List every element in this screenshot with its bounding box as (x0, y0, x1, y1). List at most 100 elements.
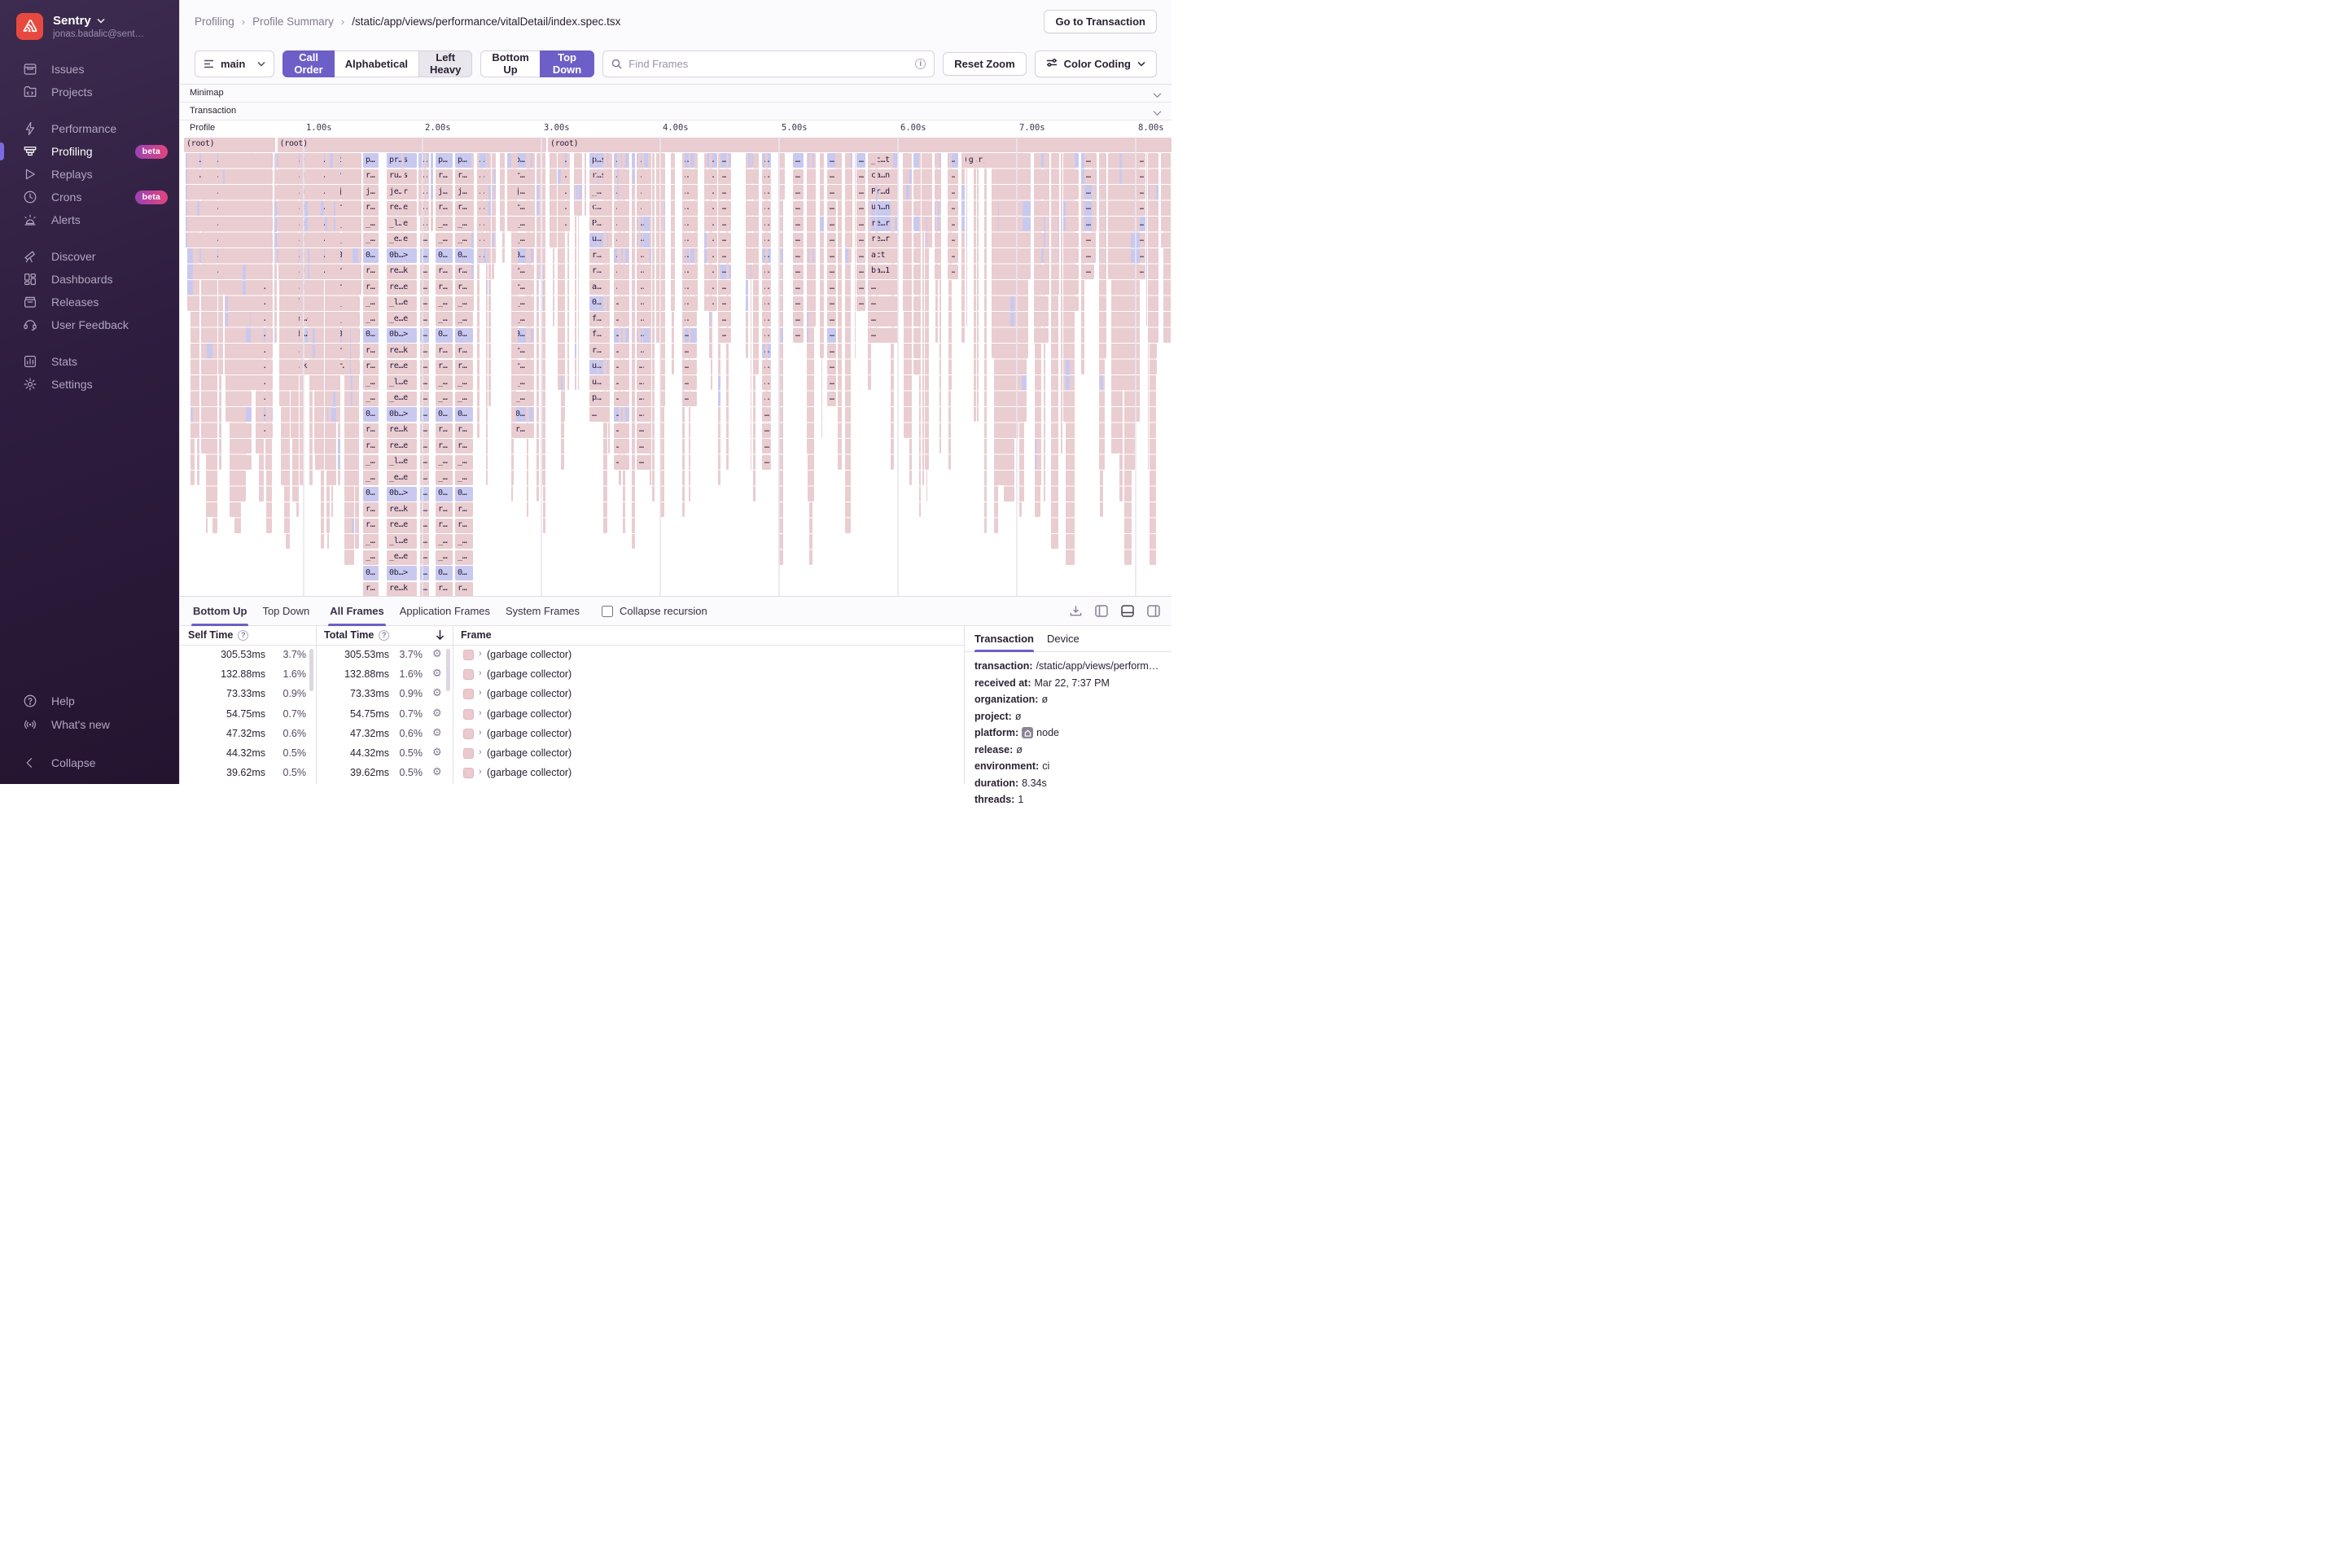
flame-frame[interactable] (431, 153, 432, 199)
sort-call-order-button[interactable]: Call Order (282, 50, 334, 77)
flame-frame[interactable] (558, 169, 561, 184)
flame-frame[interactable]: r… (363, 582, 379, 597)
expand-chevron-icon[interactable]: › (479, 649, 482, 659)
flame-frame[interactable] (215, 153, 218, 453)
flame-frame[interactable]: 0b…> (387, 407, 417, 422)
flame-frame[interactable]: r… (455, 344, 473, 358)
flame-frame[interactable]: … (856, 265, 865, 279)
flame-frame[interactable] (191, 407, 193, 422)
flame-frame[interactable] (966, 217, 967, 247)
flame-frame[interactable]: _… (436, 217, 453, 231)
flame-frame[interactable]: re…e (387, 280, 417, 295)
flame-frame[interactable] (807, 153, 808, 453)
flame-frame[interactable]: _… (455, 471, 473, 485)
flame-frame[interactable]: r… (436, 344, 453, 358)
flame-frame[interactable] (274, 201, 277, 247)
flame-frame[interactable] (935, 153, 938, 343)
flame-frame[interactable]: _… (436, 471, 453, 485)
flame-frame[interactable] (544, 153, 546, 343)
flame-frame[interactable]: re…k (387, 344, 417, 358)
flame-frame[interactable]: p… (436, 153, 453, 168)
transaction-row[interactable]: Transaction (180, 103, 1172, 120)
flame-frame[interactable] (711, 153, 712, 390)
flame-frame[interactable] (1150, 153, 1156, 565)
flame-frame[interactable]: … (614, 312, 629, 326)
flame-frame[interactable]: r… (436, 423, 453, 438)
flame-frame[interactable]: r… (363, 169, 379, 184)
flame-frame[interactable]: … (614, 439, 629, 453)
flame-frame[interactable] (974, 153, 977, 422)
flame-frame[interactable]: 0b…> (387, 566, 417, 580)
flame-frame[interactable]: … (793, 312, 804, 326)
flame-frame[interactable] (264, 153, 268, 279)
expand-chevron-icon[interactable]: › (479, 767, 482, 777)
flame-frame[interactable] (628, 153, 629, 406)
color-coding-button[interactable]: Color Coding (1035, 50, 1157, 77)
flame-frame[interactable]: r… (455, 201, 473, 216)
flame-frame[interactable]: … (856, 201, 865, 216)
flame-frame[interactable]: … (762, 407, 771, 422)
flame-frame[interactable]: (root) (184, 138, 275, 152)
details-tab-device[interactable]: Device (1047, 626, 1080, 652)
flame-frame[interactable]: … (614, 280, 629, 295)
flame-frame[interactable]: _… (363, 550, 379, 565)
flame-frame[interactable]: _… (363, 312, 379, 326)
flame-frame[interactable]: 0… (436, 328, 453, 343)
flame-frame[interactable] (868, 153, 869, 311)
flamegraph[interactable]: (root)(root)(root)p…sr…s……………………………………p…… (180, 137, 1172, 597)
flame-frame[interactable]: r… (455, 265, 473, 279)
sidebar-item-performance[interactable]: Performance (0, 117, 179, 140)
frame-column-header[interactable]: Frame (461, 629, 492, 641)
flame-frame[interactable] (237, 153, 240, 343)
flame-frame[interactable]: … (856, 153, 865, 168)
flame-frame[interactable] (1045, 153, 1049, 295)
flame-frame[interactable] (994, 153, 999, 533)
flame-frame[interactable]: re…k (387, 423, 417, 438)
flame-frame[interactable]: r… (363, 502, 379, 517)
frame-settings-gear-icon[interactable]: ⚙ (432, 726, 442, 739)
flame-frame[interactable]: … (637, 375, 651, 390)
flame-frame[interactable]: r… (455, 169, 473, 184)
flame-frame[interactable] (755, 153, 759, 374)
flame-frame[interactable] (765, 153, 768, 406)
flame-frame[interactable] (585, 153, 586, 216)
flame-frame[interactable] (251, 153, 256, 390)
tab-bottom-up[interactable]: Bottom Up (191, 597, 248, 626)
frame-settings-gear-icon[interactable]: ⚙ (432, 765, 442, 778)
flame-frame[interactable]: … (827, 265, 836, 279)
flame-frame[interactable] (256, 153, 260, 295)
flame-frame[interactable]: r… (363, 423, 379, 438)
flame-frame[interactable] (348, 153, 351, 263)
table-row[interactable]: 47.32ms 0.6% 47.32ms 0.6% ⚙ › (garbage c… (180, 725, 964, 744)
tab-all-frames[interactable]: All Frames (328, 597, 385, 626)
flame-frame[interactable] (608, 153, 609, 453)
dock-left-icon[interactable] (1095, 605, 1108, 617)
flame-frame[interactable] (718, 153, 720, 485)
dock-right-icon[interactable] (1147, 605, 1160, 617)
flame-frame[interactable] (633, 153, 636, 374)
flame-frame[interactable] (1061, 153, 1062, 453)
expand-chevron-icon[interactable]: › (479, 708, 482, 718)
flame-frame[interactable] (782, 153, 785, 199)
sidebar-collapse-button[interactable]: Collapse (0, 751, 179, 774)
flame-frame[interactable] (304, 201, 308, 232)
flame-frame[interactable] (337, 153, 340, 311)
flame-frame[interactable]: j… (363, 185, 379, 199)
flame-frame[interactable]: _… (455, 312, 473, 326)
details-tab-transaction[interactable]: Transaction (974, 626, 1034, 652)
flame-frame[interactable]: re…e (387, 439, 417, 453)
flame-frame[interactable]: _… (363, 233, 379, 247)
flame-frame[interactable]: _e…e (387, 471, 417, 485)
flame-frame[interactable]: r… (436, 439, 453, 453)
sidebar-item-crons[interactable]: Crons beta (0, 186, 179, 208)
flame-frame[interactable]: j… (455, 185, 473, 199)
flame-frame[interactable] (1100, 153, 1106, 358)
flame-frame[interactable]: … (827, 375, 836, 390)
table-row[interactable]: 305.53ms 3.7% 305.53ms 3.7% ⚙ › (garbage… (180, 646, 964, 665)
minimap-row[interactable]: Minimap (180, 85, 1172, 103)
flame-frame[interactable] (633, 153, 636, 184)
flame-frame[interactable] (1010, 153, 1014, 501)
flame-frame[interactable]: r… (455, 582, 473, 597)
flame-frame[interactable]: … (827, 248, 836, 263)
flame-frame[interactable]: … (827, 201, 836, 216)
